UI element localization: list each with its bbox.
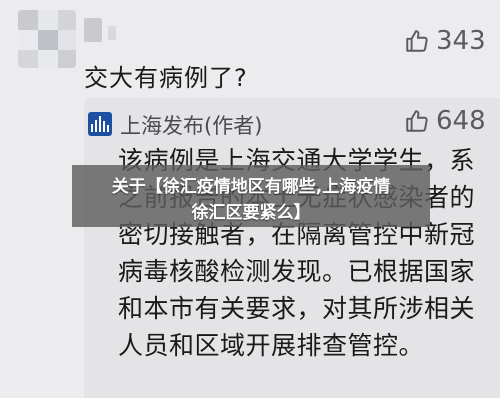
banner-line-1: 关于【徐汇疫情地区有哪些,上海疫情 bbox=[111, 177, 391, 197]
reply-like-count: 648 bbox=[436, 106, 486, 136]
banner-line-2: 徐汇区要紧么】 bbox=[191, 203, 311, 223]
headline-banner: 关于【徐汇疫情地区有哪些,上海疫情 徐汇区要紧么】 bbox=[72, 165, 430, 227]
shanghai-fabu-logo-icon[interactable] bbox=[88, 112, 112, 136]
blurred-username-tail bbox=[108, 26, 116, 40]
user-avatar[interactable] bbox=[18, 10, 76, 68]
blurred-username bbox=[84, 18, 102, 42]
comment-like-count: 343 bbox=[436, 26, 486, 56]
reply-like-button[interactable]: 648 bbox=[404, 106, 486, 136]
reply-author-name[interactable]: 上海发布(作者) bbox=[120, 110, 262, 140]
thumbs-up-icon bbox=[404, 108, 430, 134]
thumbs-up-icon bbox=[404, 28, 430, 54]
comment-text: 交大有病例了? bbox=[84, 64, 248, 92]
comment-like-button[interactable]: 343 bbox=[404, 26, 486, 56]
